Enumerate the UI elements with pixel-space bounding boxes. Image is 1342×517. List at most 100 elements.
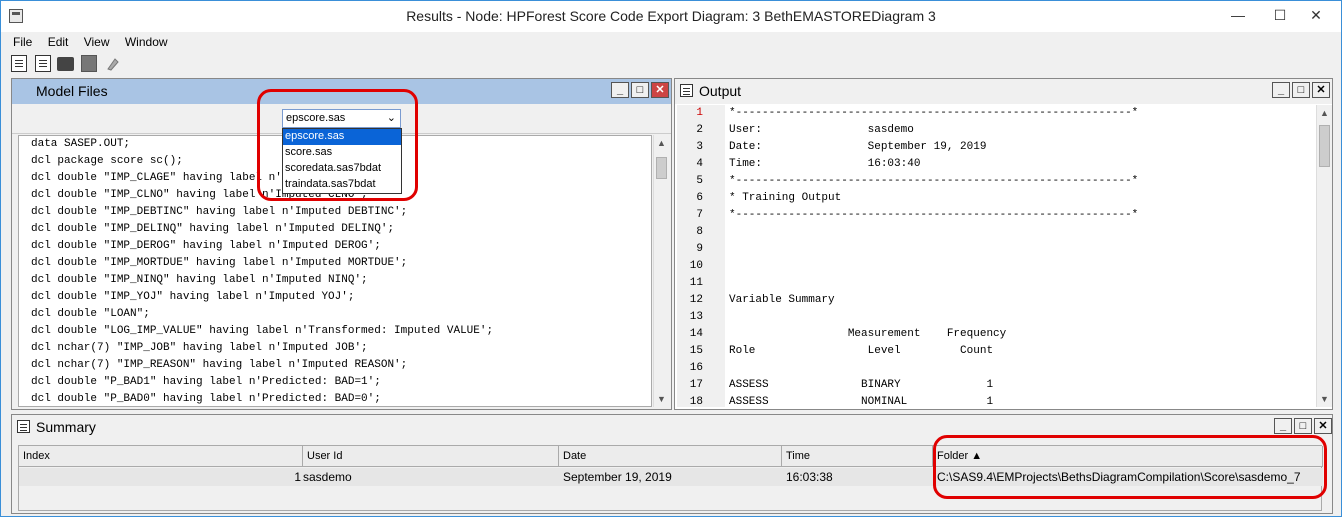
output-line: Variable Summary	[729, 294, 835, 306]
file-dropdown-list: epscore.sas score.sas scoredata.sas7bdat…	[282, 128, 402, 194]
column-header-folder[interactable]: Folder ▲	[933, 446, 1323, 467]
printer-icon[interactable]	[57, 57, 74, 71]
scroll-thumb[interactable]	[1319, 125, 1330, 167]
summary-title: Summary	[36, 419, 96, 435]
cell-folder: C:\SAS9.4\EMProjects\BethsDiagramCompila…	[937, 470, 1301, 484]
code-line: dcl double "P_BAD0" having label n'Predi…	[31, 393, 381, 405]
line-number: 11	[689, 277, 703, 289]
output-viewer[interactable]: 1 2 3 4 5 6 7 8 9 10 11 12 13 14 15 16 1…	[677, 105, 1315, 407]
line-number: 13	[689, 311, 703, 323]
line-number: 16	[689, 362, 703, 374]
column-header-index[interactable]: Index	[19, 446, 303, 467]
output-line: Time: 16:03:40	[729, 158, 921, 170]
panel-maximize-button[interactable]: □	[1294, 418, 1312, 434]
cell-index: 1	[294, 470, 301, 484]
scroll-down-icon[interactable]: ▼	[1317, 391, 1332, 407]
panel-minimize-button[interactable]: _	[1274, 418, 1292, 434]
scroll-down-icon[interactable]: ▼	[654, 391, 669, 407]
output-line: ASSESS BINARY 1	[729, 379, 994, 391]
menu-view[interactable]: View	[76, 33, 114, 49]
summary-table: Index User Id Date Time Folder ▲ 1 sasde…	[18, 445, 1323, 511]
menu-file[interactable]: File	[3, 33, 36, 49]
gray-box-icon[interactable]	[81, 55, 97, 72]
column-header-user-id[interactable]: User Id	[303, 446, 559, 467]
cell-time: 16:03:38	[786, 470, 833, 484]
line-number-gutter: 1 2 3 4 5 6 7 8 9 10 11 12 13 14 15 16 1…	[677, 105, 725, 407]
code-line: dcl double "LOAN";	[31, 308, 150, 320]
panel-close-button[interactable]: ✕	[1314, 418, 1332, 434]
file-select-value: epscore.sas	[286, 112, 346, 124]
close-window-button[interactable]: ✕	[1299, 1, 1333, 32]
code-line: dcl double "IMP_YOJ" having label n'Impu…	[31, 291, 355, 303]
line-number: 6	[696, 192, 703, 204]
file-option[interactable]: epscore.sas	[283, 129, 401, 145]
scroll-up-icon[interactable]: ▲	[1317, 105, 1332, 121]
code-line: dcl nchar(7) "IMP_REASON" having label n…	[31, 359, 408, 371]
panel-close-button[interactable]: ✕	[651, 82, 669, 98]
output-line: *---------------------------------------…	[729, 209, 1139, 221]
panel-maximize-button[interactable]: □	[631, 82, 649, 98]
minimize-button[interactable]: —	[1221, 1, 1255, 32]
panel-minimize-button[interactable]: _	[1272, 82, 1290, 98]
new-document-icon[interactable]	[11, 55, 27, 72]
line-number: 10	[689, 260, 703, 272]
panel-maximize-button[interactable]: □	[1292, 82, 1310, 98]
results-window: Results - Node: HPForest Score Code Expo…	[0, 0, 1342, 517]
line-number: 2	[696, 124, 703, 136]
chevron-down-icon[interactable]: ⌄	[387, 111, 396, 124]
line-number: 14	[689, 328, 703, 340]
line-number: 1	[696, 107, 703, 119]
properties-icon[interactable]	[105, 55, 121, 72]
code-line: dcl double "LOG_IMP_VALUE" having label …	[31, 325, 494, 337]
panel-close-button[interactable]: ✕	[1312, 82, 1330, 98]
summary-table-header: Index User Id Date Time Folder ▲	[19, 446, 1323, 467]
summary-header: Summary _ □ ✕	[12, 415, 1332, 440]
summary-panel-icon	[17, 420, 30, 433]
column-header-date[interactable]: Date	[559, 446, 782, 467]
line-number: 18	[689, 396, 703, 407]
summary-panel: Summary _ □ ✕ Index User Id Date Time Fo…	[11, 414, 1333, 514]
code-line: dcl double "IMP_MORTDUE" having label n'…	[31, 257, 408, 269]
line-number: 15	[689, 345, 703, 357]
panel-minimize-button[interactable]: _	[611, 82, 629, 98]
file-select[interactable]: epscore.sas ⌄	[282, 109, 401, 128]
code-line: dcl double "IMP_DEROG" having label n'Im…	[31, 240, 381, 252]
cell-date: September 19, 2019	[563, 470, 672, 484]
code-line: dcl double "P_BAD1" having label n'Predi…	[31, 376, 381, 388]
file-option[interactable]: scoredata.sas7bdat	[283, 161, 401, 177]
code-scrollbar[interactable]: ▲ ▼	[653, 135, 669, 407]
line-number: 17	[689, 379, 703, 391]
line-number: 12	[689, 294, 703, 306]
scroll-up-icon[interactable]: ▲	[654, 135, 669, 151]
document-icon[interactable]	[35, 55, 51, 72]
output-panel: Output _ □ ✕ 1 2 3 4 5 6 7 8 9 10 11 12 …	[674, 78, 1333, 410]
output-scrollbar[interactable]: ▲ ▼	[1316, 105, 1332, 407]
line-number: 5	[696, 175, 703, 187]
model-files-title: Model Files	[36, 83, 108, 99]
code-line: dcl double "IMP_NINQ" having label n'Imp…	[31, 274, 368, 286]
code-line: dcl nchar(7) "IMP_JOB" having label n'Im…	[31, 342, 368, 354]
output-line: *---------------------------------------…	[729, 175, 1139, 187]
output-header: Output _ □ ✕	[675, 79, 1332, 104]
menu-bar: File Edit View Window	[3, 33, 1339, 51]
column-header-time[interactable]: Time	[782, 446, 933, 467]
file-option[interactable]: score.sas	[283, 145, 401, 161]
output-line: Role Level Count	[729, 345, 994, 357]
scroll-thumb[interactable]	[656, 157, 667, 179]
output-line: Date: September 19, 2019	[729, 141, 987, 153]
output-line: *---------------------------------------…	[729, 107, 1139, 119]
line-number: 9	[696, 243, 703, 255]
menu-edit[interactable]: Edit	[40, 33, 73, 49]
code-line: dcl double "IMP_DELINQ" having label n'I…	[31, 223, 395, 235]
line-number: 7	[696, 209, 703, 221]
output-title: Output	[699, 83, 742, 99]
title-bar: Results - Node: HPForest Score Code Expo…	[1, 1, 1341, 32]
output-line: * Training Output	[729, 192, 842, 204]
file-option[interactable]: traindata.sas7bdat	[283, 177, 401, 193]
menu-window[interactable]: Window	[117, 33, 172, 49]
maximize-button[interactable]: ☐	[1263, 1, 1297, 32]
table-row[interactable]: 1 sasdemo September 19, 2019 16:03:38 C:…	[19, 468, 1323, 486]
